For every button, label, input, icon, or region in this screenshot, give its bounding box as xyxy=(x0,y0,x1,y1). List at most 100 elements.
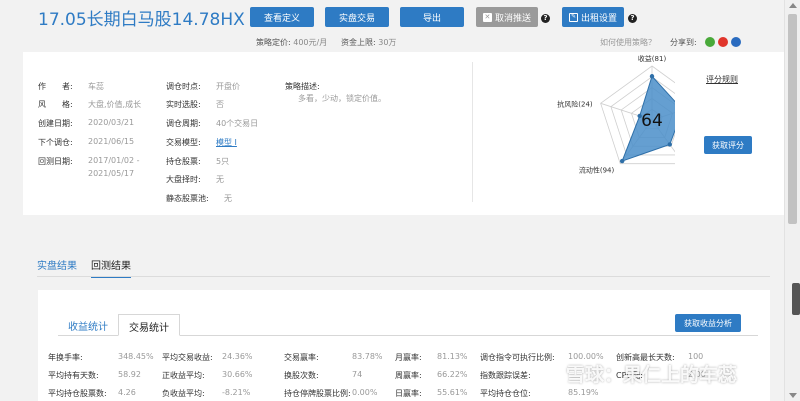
next-rebalance-label: 下个调仓: xyxy=(38,138,73,147)
cap-info: 资金上限: 30万 xyxy=(341,37,396,48)
created-value: 2020/03/21 xyxy=(88,118,135,127)
radar-point xyxy=(619,158,625,164)
vertical-scrollbar[interactable] xyxy=(784,0,800,401)
strategy-details-card: 作 者: 车蕊 风 格: 大盘,价值,成长 创建日期: 2020/03/21 下… xyxy=(23,52,784,215)
stat-label: 正收益平均: xyxy=(162,371,205,380)
stat-cell: 平均交易收益: 24.36% xyxy=(162,352,253,363)
stat-label: 平均持仓仓位: xyxy=(480,389,531,398)
tab-trade-stats[interactable]: 交易统计 xyxy=(118,314,180,336)
scroll-up-icon[interactable] xyxy=(789,3,797,8)
stat-value: 4.26 xyxy=(118,388,136,397)
stat-label: 平均持仓股票数: xyxy=(48,389,107,398)
holdings-value: 5只 xyxy=(216,157,230,166)
rent-settings-button[interactable]: ✎ 出租设置 xyxy=(562,7,624,27)
stat-label: 月赢率: xyxy=(395,353,422,362)
price-label: 策略定价: xyxy=(256,38,291,47)
how-to-use-link[interactable]: 如何使用策略？ xyxy=(600,37,656,48)
backtest-date-field: 回测日期: 2017/01/02 - 2021/05/17 xyxy=(38,156,140,178)
stat-cell: 负收益平均: -8.21% xyxy=(162,388,250,399)
market-timing-field: 大盘择时: 无 xyxy=(166,174,224,185)
cancel-push-label: 取消推送 xyxy=(494,12,531,23)
share-label: 分享到: xyxy=(670,38,697,47)
stat-value: 66.22% xyxy=(437,370,468,379)
help-icon[interactable]: ? xyxy=(541,14,550,23)
holdings-label: 持仓股票: xyxy=(166,157,201,166)
trade-model-field: 交易模型: 模型 I xyxy=(166,137,237,148)
stat-cell: 交易赢率: 83.78% xyxy=(284,352,383,363)
stat-cell: 平均持仓股票数: 4.26 xyxy=(48,388,136,399)
watermark-text: 雪球：果仁上的车蕊 xyxy=(566,364,738,386)
total-score: 64 xyxy=(641,111,663,131)
qq-icon[interactable] xyxy=(731,37,741,47)
resize-handle[interactable] xyxy=(792,283,800,315)
next-rebalance-field: 下个调仓: 2021/06/15 xyxy=(38,137,134,148)
backtest-date-label: 回测日期: xyxy=(38,157,73,166)
stat-label: 交易赢率: xyxy=(284,353,319,362)
stat-value: 58.92 xyxy=(118,370,141,379)
trade-model-label: 交易模型: xyxy=(166,138,201,147)
stat-label: 平均交易收益: xyxy=(162,353,213,362)
radar-axis-label: 抗风险(24) xyxy=(557,99,593,108)
rebalance-time-field: 调仓时点: 开盘价 xyxy=(166,81,240,92)
stat-label: 日赢率: xyxy=(395,389,422,398)
description-label: 策略描述: xyxy=(285,82,320,91)
statistics-tabs: 收益统计 交易统计 xyxy=(58,314,180,336)
live-trade-button[interactable]: 实盘交易 xyxy=(325,7,389,27)
stat-cell: 日赢率: 55.61% xyxy=(395,388,468,399)
author-value: 车蕊 xyxy=(88,82,104,91)
cancel-push-button[interactable]: ✕ 取消推送 xyxy=(476,7,538,27)
style-value: 大盘,价值,成长 xyxy=(88,100,142,109)
created-label: 创建日期: xyxy=(38,119,73,128)
snowball-logo-icon xyxy=(538,362,559,384)
tabs-divider xyxy=(37,276,770,277)
wechat-icon[interactable] xyxy=(705,37,715,47)
stat-value: 30.66% xyxy=(222,370,253,379)
stat-value: 83.78% xyxy=(352,352,383,361)
score-rules-link[interactable]: 评分规则 xyxy=(706,74,738,85)
stat-cell: 持仓停牌股票比例: 0.00% xyxy=(284,388,377,399)
page-header: 17.05长期白马股14.78HX 查看定义 实盘交易 导出 ✕ 取消推送 ? … xyxy=(0,0,784,52)
scroll-down-icon[interactable] xyxy=(789,393,797,398)
tab-profit-stats[interactable]: 收益统计 xyxy=(58,314,118,336)
stat-value: 85.19% xyxy=(568,388,599,397)
market-timing-label: 大盘择时: xyxy=(166,175,201,184)
cap-label: 资金上限: xyxy=(341,38,376,47)
stat-cell: 换股次数: 74 xyxy=(284,370,362,381)
realtime-pick-label: 实时选股: xyxy=(166,100,201,109)
radar-axis-label: 收益(81) xyxy=(638,54,667,63)
weibo-icon[interactable] xyxy=(718,37,728,47)
stat-label: 年换手率: xyxy=(48,353,83,362)
price-info: 策略定价: 400元/月 xyxy=(256,37,327,48)
stat-cell: 周赢率: 66.22% xyxy=(395,370,468,381)
stat-cell: 正收益平均: 30.66% xyxy=(162,370,253,381)
stat-cell: 平均持仓仓位: 85.19% xyxy=(480,388,599,399)
close-icon: ✕ xyxy=(482,12,492,22)
edit-icon: ✎ xyxy=(568,12,578,22)
help-icon[interactable]: ? xyxy=(628,14,637,23)
rent-settings-label: 出租设置 xyxy=(580,12,617,23)
stat-value: 55.61% xyxy=(437,388,468,397)
holdings-field: 持仓股票: 5只 xyxy=(166,156,229,167)
scroll-thumb[interactable] xyxy=(788,14,797,224)
stat-value: 74 xyxy=(352,370,363,379)
tab-backtest-results[interactable]: 回测结果 xyxy=(91,257,131,278)
trade-model-link[interactable]: 模型 I xyxy=(216,137,237,148)
backtest-date-start: 2017/01/02 - xyxy=(88,156,140,165)
created-field: 创建日期: 2020/03/21 xyxy=(38,118,134,129)
tab-live-results[interactable]: 实盘结果 xyxy=(37,257,77,278)
get-profit-analysis-button[interactable]: 获取收益分析 xyxy=(675,314,741,332)
stat-label: 指数跟踪误差: xyxy=(480,371,531,380)
stat-cell: 年换手率: 348.45% xyxy=(48,352,154,363)
stat-value: -8.21% xyxy=(222,388,251,397)
cap-value: 30万 xyxy=(378,38,397,47)
view-definition-button[interactable]: 查看定义 xyxy=(250,7,314,27)
export-button[interactable]: 导出 xyxy=(400,7,464,27)
get-score-button[interactable]: 获取评分 xyxy=(704,136,752,154)
static-pool-field: 静态股票池: 无 xyxy=(166,193,232,204)
static-pool-label: 静态股票池: xyxy=(166,194,209,203)
stat-label: 周赢率: xyxy=(395,371,422,380)
stat-label: 换股次数: xyxy=(284,371,319,380)
rebalance-time-value: 开盘价 xyxy=(216,82,240,91)
rebalance-cycle-label: 调仓周期: xyxy=(166,119,201,128)
market-timing-value: 无 xyxy=(216,175,224,184)
